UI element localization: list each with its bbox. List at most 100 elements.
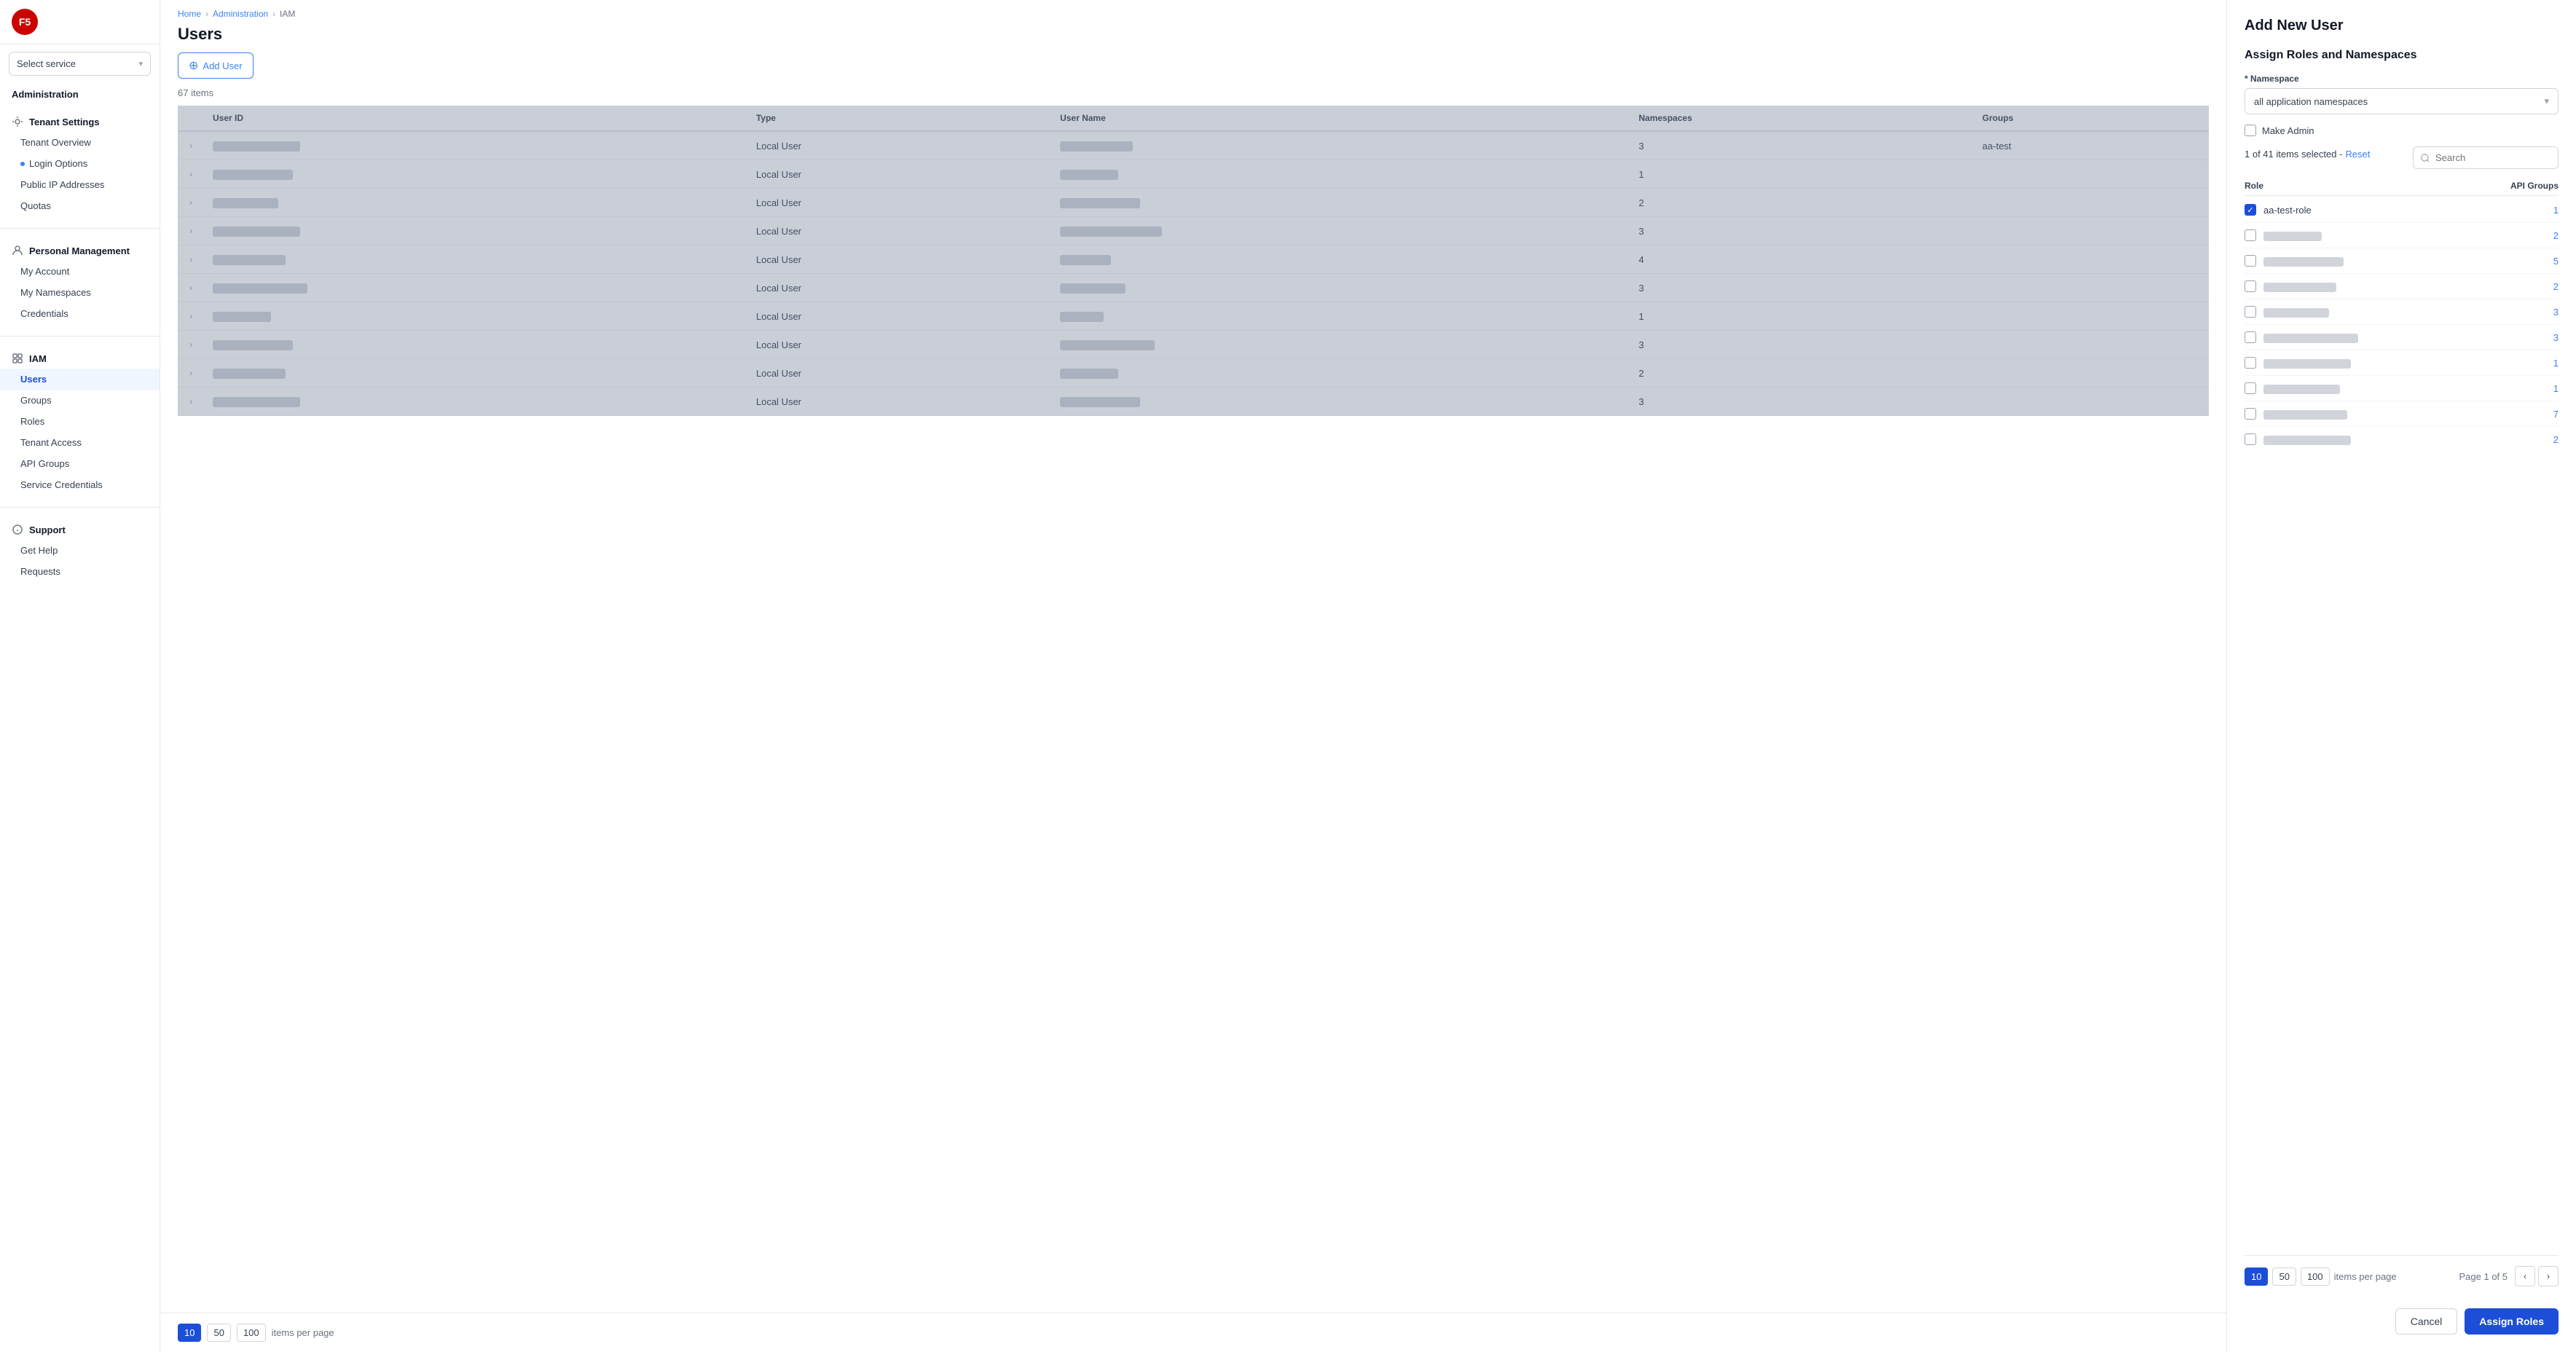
table-container: ⊕ Add User 67 items User ID Type User Na… — [160, 52, 2226, 416]
role-list-item: 2 — [2245, 274, 2559, 299]
iam-title: IAM — [0, 348, 160, 369]
iam-section: IAM Users Groups Roles Tenant Access API… — [0, 339, 160, 504]
role-api-count: 1 — [2544, 358, 2559, 369]
role-name — [2263, 331, 2537, 342]
role-name — [2263, 357, 2537, 368]
make-admin-row: Make Admin — [2245, 125, 2559, 136]
role-checkbox[interactable] — [2245, 255, 2256, 267]
page-title: Users — [160, 22, 2226, 52]
sidebar-logo: F5 — [0, 0, 160, 44]
chevron-down-icon: ▾ — [138, 59, 143, 68]
sidebar-item-login-options[interactable]: Login Options — [0, 153, 160, 174]
sidebar-item-groups[interactable]: Groups — [0, 390, 160, 411]
sidebar-item-my-account[interactable]: My Account — [0, 261, 160, 282]
breadcrumb-home[interactable]: Home — [178, 9, 201, 19]
panel-page-size-10[interactable]: 10 — [2245, 1268, 2268, 1286]
breadcrumb: Home › Administration › IAM — [160, 0, 2226, 22]
main-area: Home › Administration › IAM Users ⊕ Add … — [160, 0, 2226, 1352]
sidebar-item-public-ip[interactable]: Public IP Addresses — [0, 174, 160, 195]
sidebar: F5 Select service ▾ Administration Tenan… — [0, 0, 160, 1352]
sidebar-item-quotas[interactable]: Quotas — [0, 195, 160, 216]
namespace-chevron-icon: ▾ — [2544, 95, 2549, 107]
login-options-dot — [20, 162, 25, 166]
breadcrumb-admin[interactable]: Administration — [213, 9, 268, 19]
items-per-page-label: items per page — [272, 1327, 334, 1338]
sidebar-item-credentials[interactable]: Credentials — [0, 303, 160, 324]
main-content: Home › Administration › IAM Users ⊕ Add … — [160, 0, 2226, 1313]
role-api-count: 1 — [2544, 383, 2559, 394]
sidebar-item-get-help[interactable]: Get Help — [0, 540, 160, 561]
role-list-item: 1 — [2245, 350, 2559, 376]
pagination-bar: 10 50 100 items per page — [160, 1313, 2226, 1352]
assign-roles-button[interactable]: Assign Roles — [2465, 1308, 2559, 1335]
role-checkbox[interactable] — [2245, 408, 2256, 420]
roles-list: aa-test-role1252331172 — [2245, 197, 2559, 452]
role-checkbox[interactable] — [2245, 204, 2256, 216]
personal-management-section: Personal Management My Account My Namesp… — [0, 232, 160, 333]
make-admin-checkbox[interactable] — [2245, 125, 2256, 136]
role-list-item: 2 — [2245, 223, 2559, 248]
support-section: Support Get Help Requests — [0, 511, 160, 591]
sidebar-item-api-groups[interactable]: API Groups — [0, 453, 160, 474]
role-col-header: Role — [2245, 181, 2263, 191]
page-size-10[interactable]: 10 — [178, 1324, 201, 1342]
user-icon — [12, 245, 23, 256]
role-checkbox[interactable] — [2245, 382, 2256, 394]
role-api-count: 1 — [2544, 205, 2559, 216]
role-api-count: 5 — [2544, 256, 2559, 267]
page-size-100[interactable]: 100 — [237, 1324, 266, 1342]
panel-page-sizes: 10 50 100 items per page — [2245, 1268, 2397, 1286]
sidebar-item-roles[interactable]: Roles — [0, 411, 160, 432]
sidebar-item-tenant-overview[interactable]: Tenant Overview — [0, 132, 160, 153]
f5-logo: F5 — [12, 9, 38, 35]
next-page-button[interactable]: › — [2538, 1266, 2559, 1286]
role-name — [2263, 229, 2537, 240]
role-search-input[interactable] — [2413, 146, 2559, 169]
sidebar-item-service-credentials[interactable]: Service Credentials — [0, 474, 160, 495]
role-list-item: 7 — [2245, 401, 2559, 427]
table-wrapper: User ID Type User Name Namespaces Groups… — [178, 106, 2209, 416]
page-size-50[interactable]: 50 — [207, 1324, 230, 1342]
tenant-settings-title: Tenant Settings — [0, 111, 160, 132]
sidebar-item-requests[interactable]: Requests — [0, 561, 160, 582]
add-user-button[interactable]: ⊕ Add User — [178, 52, 254, 79]
role-name — [2263, 382, 2537, 393]
reset-link[interactable]: Reset — [2345, 149, 2370, 160]
cancel-button[interactable]: Cancel — [2395, 1308, 2458, 1335]
sidebar-item-tenant-access[interactable]: Tenant Access — [0, 432, 160, 453]
sidebar-item-my-namespaces[interactable]: My Namespaces — [0, 282, 160, 303]
namespace-label: * Namespace — [2245, 74, 2559, 84]
role-checkbox[interactable] — [2245, 229, 2256, 241]
support-icon — [12, 524, 23, 535]
table-actions: ⊕ Add User — [178, 52, 2209, 79]
panel-subtitle: Assign Roles and Namespaces — [2245, 49, 2559, 62]
tenant-settings-section: Tenant Settings Tenant Overview Login Op… — [0, 103, 160, 225]
role-checkbox[interactable] — [2245, 357, 2256, 369]
role-api-count: 7 — [2544, 409, 2559, 420]
plus-icon: ⊕ — [189, 58, 198, 73]
service-select-dropdown[interactable]: Select service ▾ — [9, 52, 151, 76]
personal-management-title: Personal Management — [0, 240, 160, 261]
role-checkbox[interactable] — [2245, 280, 2256, 292]
role-checkbox[interactable] — [2245, 433, 2256, 445]
iam-icon — [12, 353, 23, 364]
role-checkbox[interactable] — [2245, 306, 2256, 318]
sidebar-item-users[interactable]: Users — [0, 369, 160, 390]
panel-items-per-page-label: items per page — [2334, 1271, 2397, 1282]
role-api-count: 2 — [2544, 281, 2559, 292]
breadcrumb-sep-1: › — [205, 9, 208, 19]
panel-title: Add New User — [2245, 17, 2559, 34]
role-list-item: 3 — [2245, 325, 2559, 350]
role-name — [2263, 306, 2537, 317]
role-checkbox[interactable] — [2245, 331, 2256, 343]
panel-page-size-50[interactable]: 50 — [2272, 1268, 2296, 1286]
role-list-item: 1 — [2245, 376, 2559, 401]
service-select-label: Select service — [17, 58, 76, 69]
role-search-wrapper — [2413, 146, 2559, 169]
panel-page-nav: ‹ › — [2515, 1266, 2559, 1286]
namespace-dropdown[interactable]: all application namespaces ▾ — [2245, 88, 2559, 114]
role-list-item: aa-test-role1 — [2245, 197, 2559, 223]
api-groups-col-header: API Groups — [2510, 181, 2559, 191]
prev-page-button[interactable]: ‹ — [2515, 1266, 2535, 1286]
panel-page-size-100[interactable]: 100 — [2301, 1268, 2330, 1286]
